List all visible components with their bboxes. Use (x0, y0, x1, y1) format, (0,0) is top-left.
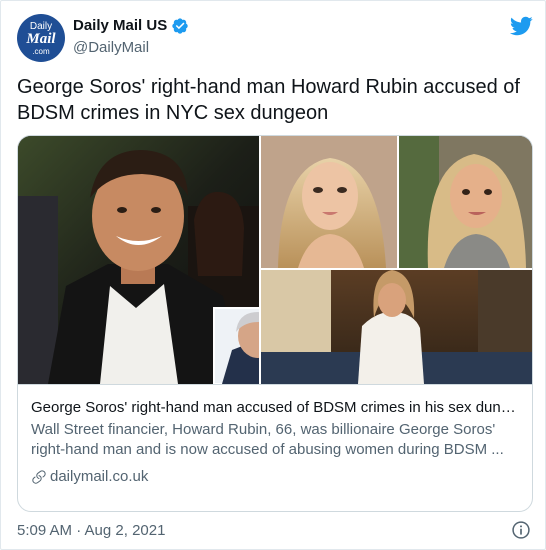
author-name-row[interactable]: Daily Mail US (73, 16, 189, 36)
card-description-line-2: right-hand man and is now accused of abu… (31, 441, 504, 458)
display-name[interactable]: Daily Mail US (73, 16, 167, 36)
info-icon[interactable] (511, 520, 531, 540)
photo-blonde-woman-1 (261, 136, 397, 268)
card-description-line-1: Wall Street financier, Howard Rubin, 66,… (31, 421, 496, 438)
card-description: Wall Street financier, Howard Rubin, 66,… (31, 420, 521, 460)
card-domain[interactable]: dailymail.co.uk (31, 467, 148, 487)
account-handle[interactable]: @DailyMail (73, 38, 149, 58)
avatar-text-main: Mail (26, 31, 56, 47)
card-photo-collage (18, 136, 532, 384)
avatar-text-bottom: .com (32, 47, 50, 56)
link-card[interactable]: George Soros' right-hand man accused of … (17, 135, 533, 512)
twitter-bird-icon[interactable] (509, 14, 533, 38)
avatar[interactable]: Daily Mail .com (17, 14, 65, 62)
card-image-collage[interactable] (18, 136, 532, 384)
photo-blonde-woman-2 (399, 136, 532, 268)
card-text-area[interactable]: George Soros' right-hand man accused of … (18, 384, 532, 511)
tweet-text: George Soros' right-hand man Howard Rubi… (17, 76, 520, 124)
tweet-timestamp[interactable]: 5:09 AM · Aug 2, 2021 (17, 521, 165, 541)
card-title[interactable]: George Soros' right-hand man accused of … (31, 398, 521, 418)
card-domain-text[interactable]: dailymail.co.uk (50, 467, 148, 487)
photo-woman-in-room (261, 270, 532, 384)
link-icon (32, 470, 46, 484)
tweet-embed: Daily Mail .com Daily Mail US @DailyMail… (0, 0, 546, 550)
verified-badge-icon (172, 18, 188, 34)
